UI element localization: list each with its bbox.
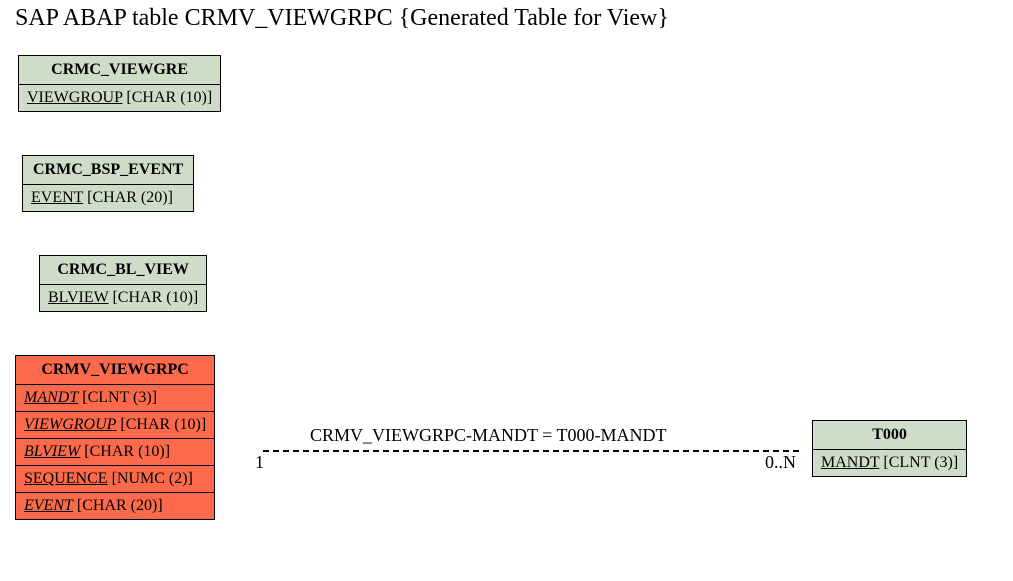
field-name: VIEWGROUP	[27, 89, 122, 106]
entity-crmc-viewgre: CRMC_VIEWGRE VIEWGROUP [CHAR (10)]	[18, 55, 221, 112]
entity-header: CRMV_VIEWGRPC	[16, 356, 214, 385]
field-type: [CHAR (10)]	[116, 416, 206, 433]
relationship-label: CRMV_VIEWGRPC-MANDT = T000-MANDT	[310, 425, 667, 446]
cardinality-right: 0..N	[765, 452, 796, 473]
field-name: MANDT	[821, 454, 879, 471]
field-name: EVENT	[24, 497, 73, 514]
entity-field-row: VIEWGROUP [CHAR (10)]	[16, 412, 214, 439]
field-type: [CHAR (10)]	[108, 289, 198, 306]
entity-field-row: EVENT [CHAR (20)]	[23, 185, 193, 211]
entity-field-row: BLVIEW [CHAR (10)]	[40, 285, 206, 311]
entity-header: T000	[813, 421, 966, 450]
entity-header: CRMC_BSP_EVENT	[23, 156, 193, 185]
entity-field-row: SEQUENCE [NUMC (2)]	[16, 466, 214, 493]
entity-header: CRMC_BL_VIEW	[40, 256, 206, 285]
entity-t000: T000 MANDT [CLNT (3)]	[812, 420, 967, 477]
entity-field-row: VIEWGROUP [CHAR (10)]	[19, 85, 220, 111]
entity-field-row: BLVIEW [CHAR (10)]	[16, 439, 214, 466]
field-name: VIEWGROUP	[24, 416, 116, 433]
page-title: SAP ABAP table CRMV_VIEWGRPC {Generated …	[15, 5, 669, 32]
entity-crmc-bl-view: CRMC_BL_VIEW BLVIEW [CHAR (10)]	[39, 255, 207, 312]
field-type: [CLNT (3)]	[78, 389, 157, 406]
field-name: EVENT	[31, 189, 83, 206]
entity-field-row: MANDT [CLNT (3)]	[16, 385, 214, 412]
field-name: BLVIEW	[24, 443, 80, 460]
field-type: [CHAR (20)]	[83, 189, 173, 206]
field-type: [CHAR (10)]	[80, 443, 170, 460]
field-type: [CHAR (10)]	[122, 89, 212, 106]
field-name: MANDT	[24, 389, 78, 406]
cardinality-left: 1	[255, 452, 264, 473]
field-name: BLVIEW	[48, 289, 108, 306]
entity-header: CRMC_VIEWGRE	[19, 56, 220, 85]
field-type: [CHAR (20)]	[73, 497, 163, 514]
entity-field-row: EVENT [CHAR (20)]	[16, 493, 214, 519]
relationship-line	[263, 450, 799, 452]
entity-field-row: MANDT [CLNT (3)]	[813, 450, 966, 476]
field-name: SEQUENCE	[24, 470, 108, 487]
entity-crmv-viewgrpc: CRMV_VIEWGRPC MANDT [CLNT (3)] VIEWGROUP…	[15, 355, 215, 520]
field-type: [CLNT (3)]	[879, 454, 958, 471]
field-type: [NUMC (2)]	[108, 470, 193, 487]
entity-crmc-bsp-event: CRMC_BSP_EVENT EVENT [CHAR (20)]	[22, 155, 194, 212]
